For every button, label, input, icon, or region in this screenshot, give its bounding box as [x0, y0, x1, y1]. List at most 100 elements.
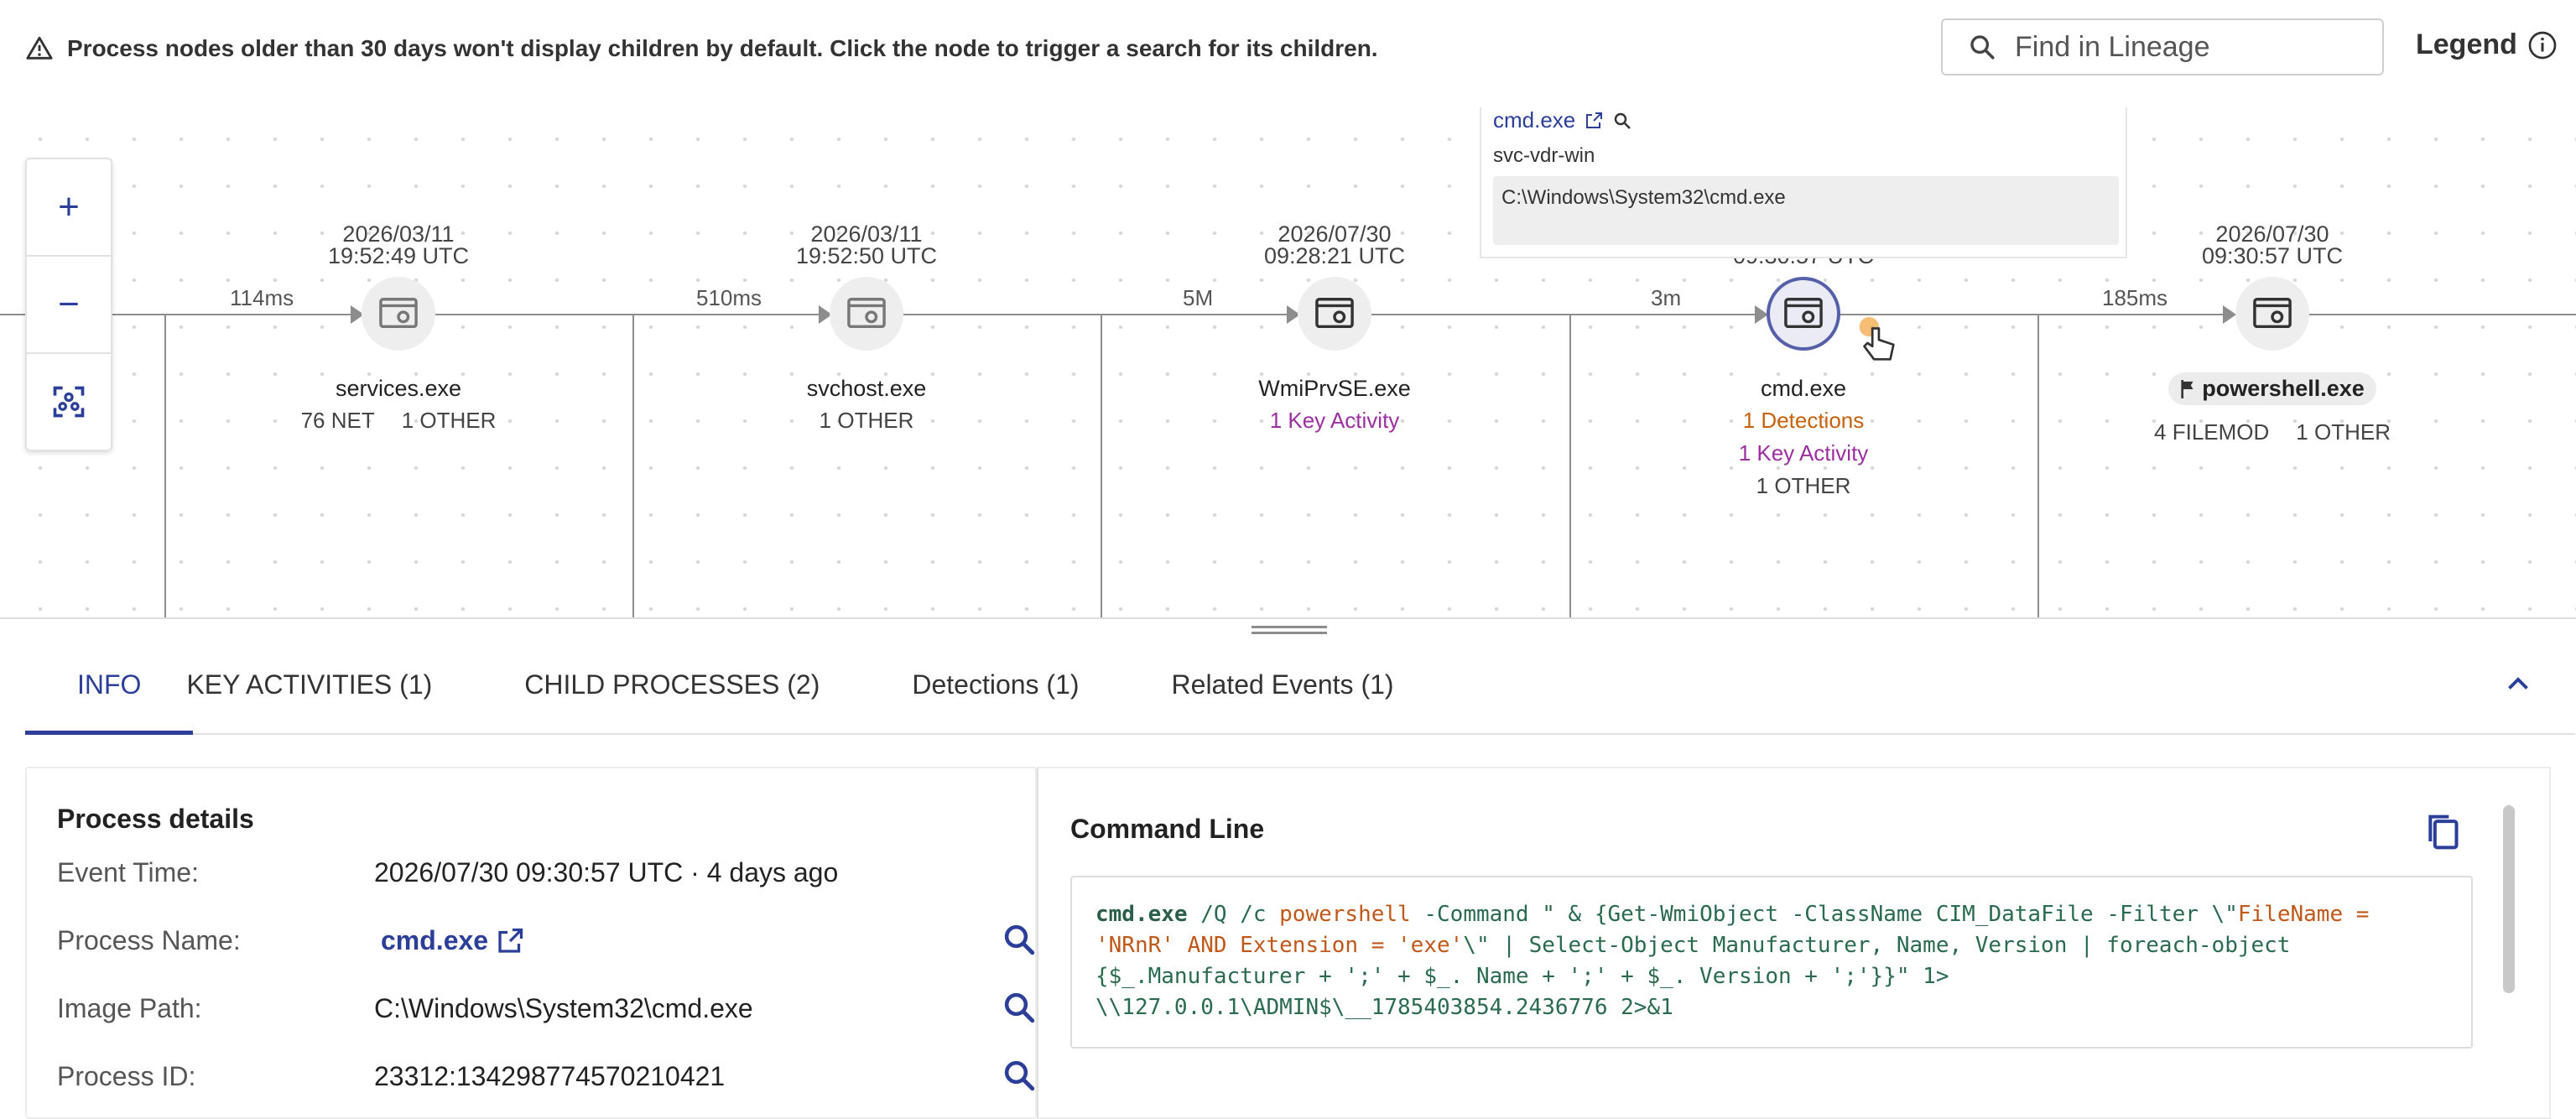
tab-key-activities[interactable]: KEY ACTIVITIES (1): [186, 661, 432, 723]
node-other-count[interactable]: 1 OTHER: [2296, 419, 2391, 445]
node-time: 09:30:57 UTC: [2201, 243, 2344, 268]
command-exe: cmd.exe: [1095, 902, 1188, 927]
external-link-icon[interactable]: [1584, 111, 1604, 131]
node-name[interactable]: WmiPrvSE.exe: [1184, 376, 1486, 402]
process-window-icon: [1784, 298, 1823, 329]
panel-divider: [0, 617, 2576, 619]
node-name[interactable]: svchost.exe: [716, 376, 1017, 402]
warning-text: Process nodes older than 30 days won't d…: [67, 35, 1378, 61]
process-window-icon: [1315, 298, 1354, 329]
pointer-hand-icon: [1859, 316, 1895, 361]
command-powershell: powershell: [1279, 902, 1411, 927]
panel-resize-handle[interactable]: [1252, 626, 1327, 636]
node-hover-tooltip: cmd.exe svc-vdr-win C:\Windows\System32\…: [1480, 107, 2127, 258]
node-time: 19:52:49 UTC: [327, 243, 470, 268]
edge-duration-label: 185ms: [2102, 285, 2168, 310]
node-other-count[interactable]: 1 OTHER: [1652, 473, 1954, 499]
node-date: 2026/07/30: [2215, 221, 2329, 247]
warning-icon: [26, 36, 53, 60]
node-other-count[interactable]: 1 OTHER: [402, 408, 497, 433]
node-detections-count[interactable]: 1 Detections: [1652, 408, 1954, 434]
edge-duration-label: 3m: [1651, 285, 1682, 310]
node-key-activity-count[interactable]: 1 Key Activity: [1270, 408, 1400, 433]
process-node-button[interactable]: [1298, 277, 1371, 351]
search-icon[interactable]: [1002, 990, 1037, 1025]
node-date: 2026/03/11: [342, 221, 455, 247]
node-name: powershell.exe: [2202, 376, 2365, 401]
tab-detections[interactable]: Detections (1): [912, 661, 1079, 723]
node-time: 19:52:50 UTC: [795, 243, 938, 268]
tooltip-image-path: C:\Windows\System32\cmd.exe: [1493, 176, 2119, 245]
external-link-icon: [498, 928, 523, 953]
detail-label: Event Time:: [57, 857, 199, 887]
process-node-button[interactable]: [362, 277, 435, 351]
process-node-button[interactable]: [830, 277, 903, 351]
connector-line: [1569, 314, 1571, 617]
detail-row-image-path: Image Path: C:\Windows\System32\cmd.exe: [57, 992, 1035, 1035]
scrollbar-thumb[interactable]: [2503, 805, 2515, 993]
node-name[interactable]: services.exe: [247, 376, 549, 402]
command-line-text[interactable]: cmd.exe /Q /c powershell -Command " & {G…: [1070, 876, 2473, 1049]
detail-label: Process ID:: [57, 1061, 196, 1091]
command-args: /Q /c: [1187, 902, 1280, 927]
edge-duration-label: 510ms: [696, 285, 762, 310]
edge-arrow: [2223, 305, 2236, 324]
legend-label: Legend: [2416, 29, 2517, 60]
node-date: 2026/07/30: [1278, 221, 1392, 247]
legend-button[interactable]: Legend: [2416, 29, 2558, 61]
connector-line: [632, 314, 634, 617]
detail-value: C:\Windows\System32\cmd.exe: [374, 993, 753, 1023]
node-name[interactable]: cmd.exe: [1652, 376, 1954, 402]
detail-value: cmd.exe: [381, 925, 489, 955]
fit-to-screen-button[interactable]: [27, 354, 111, 450]
detail-row-process-name: Process Name: cmd.exe: [57, 924, 1035, 967]
command-args: -Command " & {Get-WmiObject -ClassName C…: [1410, 902, 2238, 927]
node-filemod-count[interactable]: 4 FILEMOD: [2154, 419, 2269, 445]
process-window-icon: [847, 298, 886, 329]
process-node-button[interactable]: [2235, 277, 2309, 351]
info-icon: [2528, 31, 2557, 59]
command-line-title: Command Line: [1070, 814, 1265, 844]
zoom-in-button[interactable]: +: [27, 159, 111, 257]
warning-banner: Process nodes older than 30 days won't d…: [25, 32, 1378, 65]
flag-icon: [2181, 379, 2194, 398]
zoom-out-button[interactable]: −: [27, 257, 111, 354]
process-details-panel: Process details Event Time: 2026/07/30 0…: [25, 767, 1037, 1119]
edge-duration-label: 114ms: [230, 285, 294, 310]
node-time: 09:28:21 UTC: [1263, 243, 1406, 268]
process-name-link[interactable]: cmd.exe: [381, 925, 525, 956]
search-icon[interactable]: [1002, 922, 1037, 957]
connector-line: [164, 314, 166, 617]
node-date: 2026/03/11: [810, 221, 923, 247]
tab-child-processes[interactable]: CHILD PROCESSES (2): [524, 661, 820, 723]
search-icon[interactable]: [1612, 111, 1632, 131]
connector-line: [2037, 314, 2039, 617]
search-icon[interactable]: [1002, 1058, 1037, 1093]
copy-icon[interactable]: [2424, 812, 2461, 852]
detail-row-process-id: Process ID: 23312:134298774570210421: [57, 1060, 1035, 1103]
node-name-flagged[interactable]: powershell.exe: [2168, 372, 2376, 405]
lineage-canvas[interactable]: 114ms 510ms 5M 3m 185ms 2026/03/11 19:52:…: [0, 107, 2576, 617]
command-line-panel: Command Line cmd.exe /Q /c powershell -C…: [1037, 767, 2551, 1119]
tooltip-process-link[interactable]: cmd.exe: [1493, 107, 1575, 133]
fit-view-icon: [53, 386, 85, 418]
detail-label: Image Path:: [57, 993, 202, 1023]
detail-row-event-time: Event Time: 2026/07/30 09:30:57 UTC · 4 …: [57, 857, 1030, 899]
find-in-lineage-search[interactable]: [1941, 18, 2384, 75]
tooltip-hostname: svc-vdr-win: [1493, 144, 1595, 167]
process-details-title: Process details: [57, 804, 254, 834]
collapse-panel-icon[interactable]: [2503, 669, 2533, 700]
find-in-lineage-input[interactable]: [2013, 29, 2369, 65]
node-net-count[interactable]: 76 NET: [301, 408, 375, 433]
node-key-activity-count[interactable]: 1 Key Activity: [1652, 440, 1954, 466]
tab-related-events[interactable]: Related Events (1): [1172, 661, 1394, 723]
process-node-button-selected[interactable]: [1767, 277, 1840, 351]
node-other-count[interactable]: 1 OTHER: [820, 408, 914, 433]
connector-line: [1101, 314, 1102, 617]
tab-info[interactable]: INFO: [25, 661, 194, 735]
detail-value: 23312:134298774570210421: [374, 1061, 726, 1091]
search-icon: [1970, 35, 1995, 60]
process-window-icon: [379, 298, 418, 329]
process-window-icon: [2253, 298, 2292, 329]
edge-duration-label: 5M: [1183, 285, 1214, 310]
